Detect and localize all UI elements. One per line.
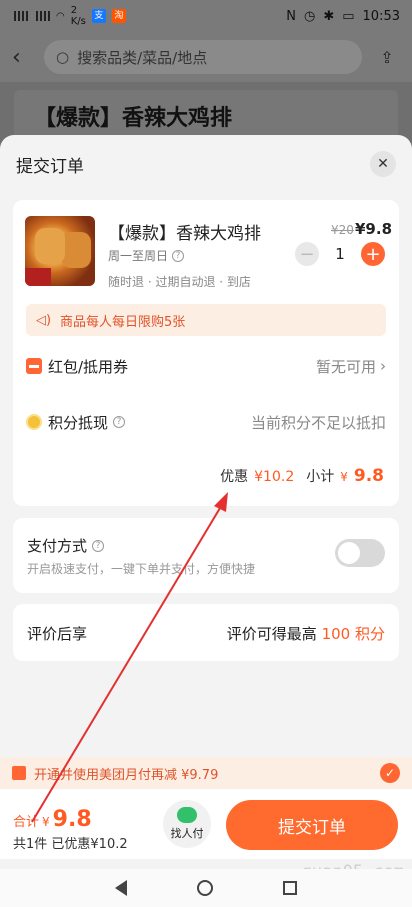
nav-home-icon[interactable] xyxy=(197,880,213,896)
monthly-pay-text: 开通并使用美团月付再减 ¥9.79 xyxy=(34,767,219,783)
current-price: ¥9.8 xyxy=(355,220,393,238)
item-name: 【爆款】香辣大鸡排 xyxy=(108,224,261,244)
pay-for-me-label: 找人付 xyxy=(170,827,204,840)
pay-for-me-button[interactable]: 找人付 xyxy=(163,800,211,848)
limit-text: 商品每人每日限购5张 xyxy=(60,314,186,330)
discount-value: ¥10.2 xyxy=(254,469,295,485)
bluetooth-icon: ✱ xyxy=(323,8,335,24)
wechat-icon xyxy=(177,807,197,823)
monthly-pay-banner[interactable]: 开通并使用美团月付再减 ¥9.79 ✓ xyxy=(0,757,412,789)
chevron-right-icon: › xyxy=(380,357,386,375)
alipay-icon: 支 xyxy=(91,9,106,23)
quantity-stepper: − 1 + xyxy=(295,242,385,266)
signal-icon xyxy=(12,11,28,21)
payment-subtitle: 开启极速支付，一键下单并支付，方便快捷 xyxy=(27,562,256,576)
search-placeholder: 搜索品类/菜品/地点 xyxy=(77,48,208,67)
subtotal: 优惠 ¥10.2 小计 ¥9.8 xyxy=(220,466,384,486)
speaker-icon: ◁) xyxy=(36,313,52,328)
submit-order-button[interactable]: 提交订单 xyxy=(226,800,398,850)
background-title: 【爆款】香辣大鸡排 xyxy=(14,90,398,140)
help-icon[interactable]: ? xyxy=(113,416,126,428)
payment-card: 支付方式 ? 开启极速支付，一键下单并支付，方便快捷 xyxy=(13,518,399,593)
item-tags: 随时退 · 过期自动退 · 到店 xyxy=(108,275,251,289)
subtotal-value: 9.8 xyxy=(353,466,384,486)
coupon-row[interactable]: 红包/抵用券 暂无可用 › xyxy=(26,348,386,384)
coupon-value: 暂无可用 › xyxy=(315,357,386,376)
monthly-pay-icon xyxy=(12,766,26,780)
limit-notice: ◁) 商品每人每日限购5张 xyxy=(26,304,386,336)
payment-title: 支付方式 ? xyxy=(27,535,105,556)
subtotal-yen: ¥ xyxy=(340,470,348,484)
total-amount: 9.8 xyxy=(52,807,92,832)
nav-back-icon[interactable] xyxy=(115,880,127,896)
network-speed: 2 K/s xyxy=(70,5,86,27)
total: 合计 ¥ 9.8 xyxy=(13,807,92,832)
item-count: 共1件 已优惠¥10.2 xyxy=(13,837,128,852)
minus-button[interactable]: − xyxy=(295,242,319,266)
search-icon: ○ xyxy=(56,48,70,66)
bottom-bar: 合计 ¥ 9.8 共1件 已优惠¥10.2 找人付 提交订单 xyxy=(0,789,412,859)
check-icon[interactable]: ✓ xyxy=(380,763,400,783)
sheet-header: 提交订单 ✕ xyxy=(0,135,412,193)
status-left: ◠ 2 K/s 支 淘 xyxy=(12,5,126,27)
coupon-icon xyxy=(26,358,42,374)
taobao-icon: 淘 xyxy=(111,9,126,23)
points-value: 当前积分不足以抵扣 xyxy=(250,413,386,432)
points-label: 积分抵现 xyxy=(48,413,109,432)
battery-icon: ▭ xyxy=(342,8,355,24)
top-bar: ‹ ○ 搜索品类/菜品/地点 ⇪ xyxy=(0,32,412,82)
nav-bar xyxy=(0,869,412,907)
quantity-value: 1 xyxy=(335,245,345,263)
days-text: 周一至周日 xyxy=(108,249,169,263)
coupon-label: 红包/抵用券 xyxy=(48,357,129,376)
wifi-icon: ◠ xyxy=(56,10,65,22)
share-icon[interactable]: ⇪ xyxy=(374,44,400,70)
back-icon[interactable]: ‹ xyxy=(12,45,32,70)
help-icon[interactable]: ? xyxy=(172,249,185,262)
sheet-title: 提交订单 xyxy=(16,156,84,177)
signal-icon-2 xyxy=(34,11,50,21)
help-icon[interactable]: ? xyxy=(92,539,105,552)
review-label: 评价后享 xyxy=(27,625,88,643)
original-price: ¥20 xyxy=(331,223,354,237)
status-bar: ◠ 2 K/s 支 淘 N ◷ ✱ ▭ 10:53 xyxy=(0,0,412,32)
discount-label: 优惠 xyxy=(220,469,249,485)
available-days: 周一至周日 ? xyxy=(108,247,185,264)
close-icon[interactable]: ✕ xyxy=(370,151,396,177)
nfc-icon: N xyxy=(286,8,296,24)
total-label: 合计 xyxy=(13,815,40,830)
alarm-icon: ◷ xyxy=(303,8,316,24)
clock: 10:53 xyxy=(362,8,400,24)
points-row: 积分抵现 ? 当前积分不足以抵扣 xyxy=(26,404,386,440)
review-card: 评价后享 评价可得最高 100 积分 xyxy=(13,604,399,661)
fast-pay-toggle[interactable] xyxy=(335,539,385,567)
nav-recent-icon[interactable] xyxy=(283,881,297,895)
status-right: N ◷ ✱ ▭ 10:53 xyxy=(286,9,400,24)
food-image xyxy=(25,216,95,286)
plus-button[interactable]: + xyxy=(361,242,385,266)
review-reward: 评价可得最高 100 积分 xyxy=(226,625,385,643)
coin-icon xyxy=(26,414,42,430)
total-yen: ¥ xyxy=(42,815,50,829)
search-input[interactable]: ○ 搜索品类/菜品/地点 xyxy=(44,40,362,74)
item-card: 【爆款】香辣大鸡排 ¥20 ¥9.8 周一至周日 ? − 1 + 随时退 · 过… xyxy=(13,200,399,506)
subtotal-label: 小计 xyxy=(306,469,335,485)
